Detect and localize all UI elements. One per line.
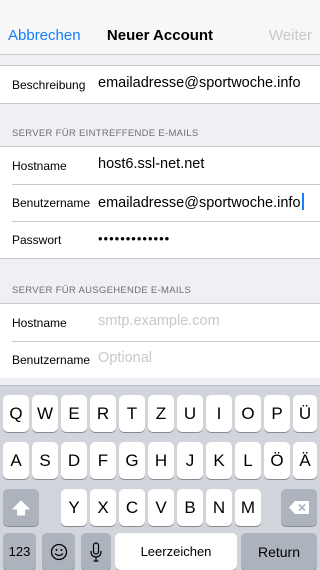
incoming-hostname-label: Hostname (12, 159, 67, 173)
key-i[interactable]: I (206, 395, 232, 432)
key-f[interactable]: F (90, 442, 116, 479)
numbers-key[interactable]: 123 (3, 533, 36, 570)
key-k[interactable]: K (206, 442, 232, 479)
outgoing-hostname-row[interactable]: Hostname smtp.example.com (0, 304, 320, 341)
incoming-server-group: Hostname host6.ssl-net.net Benutzername … (0, 146, 320, 259)
microphone-key[interactable] (81, 533, 111, 570)
key-y[interactable]: Y (61, 489, 87, 526)
return-key[interactable]: Return (241, 533, 317, 570)
key-b[interactable]: B (177, 489, 203, 526)
key-n[interactable]: N (206, 489, 232, 526)
incoming-hostname-field[interactable]: host6.ssl-net.net (98, 156, 204, 172)
key-q[interactable]: Q (3, 395, 29, 432)
key-g[interactable]: G (119, 442, 145, 479)
delete-key[interactable] (281, 489, 317, 526)
key-r[interactable]: R (90, 395, 116, 432)
emoji-key[interactable] (42, 533, 75, 570)
description-label: Beschreibung (12, 78, 86, 92)
incoming-username-label: Benutzername (12, 196, 91, 210)
key-ue[interactable]: Ü (293, 395, 317, 432)
key-t[interactable]: T (119, 395, 145, 432)
incoming-username-text: emailadresse@sportwoche.info (98, 195, 301, 211)
key-x[interactable]: X (90, 489, 116, 526)
key-a[interactable]: A (3, 442, 29, 479)
key-m[interactable]: M (235, 489, 261, 526)
next-button[interactable]: Weiter (269, 27, 312, 44)
emoji-icon (50, 543, 67, 560)
incoming-section-header: SERVER FÜR EINTREFFENDE E-MAILS (12, 128, 199, 139)
navigation-bar: Abbrechen Neuer Account Weiter (0, 0, 320, 55)
key-j[interactable]: J (177, 442, 203, 479)
key-ae[interactable]: Ä (293, 442, 317, 479)
outgoing-username-row[interactable]: Benutzername Optional (0, 341, 320, 378)
keyboard: Q W E R T Z U I O P Ü A S D F G H J K L … (0, 385, 320, 570)
key-u[interactable]: U (177, 395, 203, 432)
outgoing-hostname-label: Hostname (12, 316, 67, 330)
description-row[interactable]: Beschreibung emailadresse@sportwoche.inf… (0, 66, 320, 103)
incoming-hostname-row[interactable]: Hostname host6.ssl-net.net (0, 147, 320, 184)
incoming-username-row[interactable]: Benutzername emailadresse@sportwoche.inf… (0, 184, 320, 221)
key-s[interactable]: S (32, 442, 58, 479)
account-group: Beschreibung emailadresse@sportwoche.inf… (0, 65, 320, 104)
backspace-icon (289, 501, 309, 514)
incoming-password-label: Passwort (12, 233, 62, 247)
outgoing-hostname-field[interactable]: smtp.example.com (98, 313, 220, 329)
key-d[interactable]: D (61, 442, 87, 479)
text-cursor (301, 193, 304, 210)
key-p[interactable]: P (264, 395, 290, 432)
space-key[interactable]: Leerzeichen (115, 533, 237, 570)
microphone-icon (90, 541, 102, 562)
key-oe[interactable]: Ö (264, 442, 290, 479)
key-w[interactable]: W (32, 395, 58, 432)
key-e[interactable]: E (61, 395, 87, 432)
incoming-password-field[interactable]: ••••••••••••• (98, 231, 170, 246)
incoming-username-field[interactable]: emailadresse@sportwoche.info (98, 193, 304, 211)
key-l[interactable]: L (235, 442, 261, 479)
shift-key[interactable] (3, 489, 39, 526)
outgoing-section-header: SERVER FÜR AUSGEHENDE E-MAILS (12, 285, 192, 296)
key-z[interactable]: Z (148, 395, 174, 432)
key-o[interactable]: O (235, 395, 261, 432)
incoming-password-row[interactable]: Passwort ••••••••••••• (0, 221, 320, 258)
key-c[interactable]: C (119, 489, 145, 526)
shift-icon (12, 500, 30, 515)
key-v[interactable]: V (148, 489, 174, 526)
outgoing-username-field[interactable]: Optional (98, 350, 152, 366)
outgoing-username-label: Benutzername (12, 353, 91, 367)
key-h[interactable]: H (148, 442, 174, 479)
outgoing-server-group: Hostname smtp.example.com Benutzername O… (0, 303, 320, 378)
description-field[interactable]: emailadresse@sportwoche.info (98, 75, 301, 91)
